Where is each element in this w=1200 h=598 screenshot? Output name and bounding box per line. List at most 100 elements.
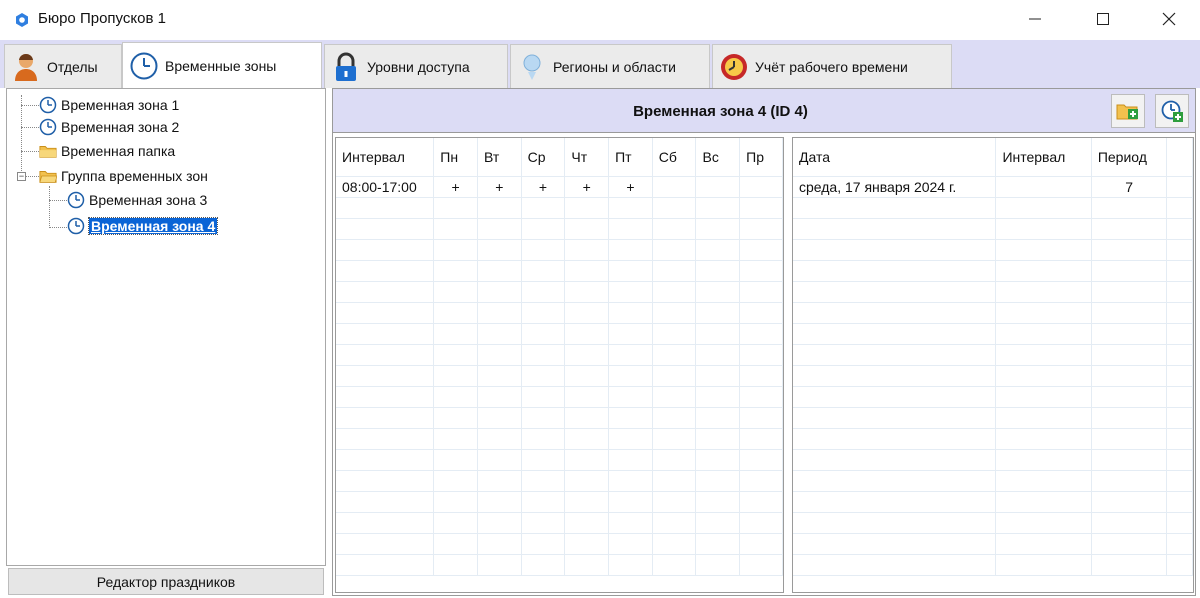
table-cell[interactable]: [1166, 344, 1193, 366]
table-cell[interactable]: [652, 197, 697, 219]
table-row[interactable]: [336, 428, 783, 450]
table-cell[interactable]: [695, 218, 741, 240]
table-row[interactable]: [336, 260, 783, 282]
table-cell[interactable]: [995, 197, 1092, 219]
tree-item-zone-3[interactable]: Временная зона 3: [67, 189, 207, 211]
table-cell[interactable]: [793, 239, 997, 261]
table-cell[interactable]: [521, 512, 566, 534]
table-cell[interactable]: [1166, 407, 1193, 429]
table-cell[interactable]: [793, 260, 997, 282]
table-cell[interactable]: [433, 260, 478, 282]
dates-column-header[interactable]: Период: [1091, 138, 1168, 177]
table-cell[interactable]: [521, 428, 566, 450]
table-cell[interactable]: [652, 176, 697, 198]
table-cell[interactable]: [564, 386, 610, 408]
table-cell[interactable]: +: [521, 176, 566, 198]
table-cell[interactable]: [477, 428, 522, 450]
table-cell[interactable]: [739, 428, 783, 450]
table-cell[interactable]: [1091, 407, 1168, 429]
table-cell[interactable]: [521, 197, 566, 219]
table-cell[interactable]: [1091, 512, 1168, 534]
table-cell[interactable]: [336, 470, 435, 492]
table-cell[interactable]: [652, 260, 697, 282]
table-cell[interactable]: [521, 449, 566, 471]
table-cell[interactable]: [608, 323, 653, 345]
table-cell[interactable]: [608, 260, 653, 282]
table-cell[interactable]: [695, 323, 741, 345]
table-cell[interactable]: [608, 218, 653, 240]
tree-item-zone-4[interactable]: Временная зона 4: [67, 215, 219, 237]
table-cell[interactable]: [652, 512, 697, 534]
table-cell[interactable]: [652, 554, 697, 576]
table-cell[interactable]: [1091, 344, 1168, 366]
table-cell[interactable]: [477, 449, 522, 471]
table-cell[interactable]: [995, 239, 1092, 261]
table-cell[interactable]: [1166, 239, 1193, 261]
table-cell[interactable]: [739, 344, 783, 366]
table-cell[interactable]: [564, 407, 610, 429]
table-cell[interactable]: [793, 323, 997, 345]
table-cell[interactable]: [739, 533, 783, 555]
table-cell[interactable]: [1091, 302, 1168, 324]
table-cell[interactable]: [477, 470, 522, 492]
table-cell[interactable]: [564, 449, 610, 471]
table-row[interactable]: [793, 239, 1193, 261]
table-cell[interactable]: [739, 470, 783, 492]
table-cell[interactable]: [608, 386, 653, 408]
tree-item-zone-group[interactable]: Группа временных зон: [39, 165, 208, 187]
table-row[interactable]: [793, 407, 1193, 429]
table-cell[interactable]: [793, 302, 997, 324]
intervals-column-header[interactable]: Пн: [433, 138, 478, 177]
table-cell[interactable]: [608, 197, 653, 219]
table-cell[interactable]: [1091, 365, 1168, 387]
table-row[interactable]: среда, 17 января 2024 г. 7: [793, 176, 1193, 198]
table-cell[interactable]: [433, 323, 478, 345]
table-cell[interactable]: [564, 239, 610, 261]
table-cell[interactable]: [1091, 239, 1168, 261]
table-cell[interactable]: [995, 365, 1092, 387]
table-cell[interactable]: [995, 176, 1092, 198]
table-row[interactable]: [793, 344, 1193, 366]
table-cell[interactable]: [739, 239, 783, 261]
table-cell[interactable]: [793, 470, 997, 492]
table-cell[interactable]: [695, 470, 741, 492]
table-cell[interactable]: [995, 512, 1092, 534]
table-row[interactable]: [336, 302, 783, 324]
table-cell[interactable]: [695, 260, 741, 282]
table-cell[interactable]: [995, 407, 1092, 429]
table-cell[interactable]: [695, 533, 741, 555]
table-row[interactable]: [336, 281, 783, 303]
table-cell[interactable]: [477, 344, 522, 366]
table-cell[interactable]: [608, 302, 653, 324]
table-cell[interactable]: [1091, 197, 1168, 219]
tab-time-zones[interactable]: Временные зоны: [122, 42, 322, 88]
intervals-grid[interactable]: Интервал Пн Вт Ср Чт Пт Сб Вс Пр 08:00-17:00 + + + +…: [335, 137, 784, 593]
table-cell[interactable]: [793, 512, 997, 534]
table-cell[interactable]: [521, 470, 566, 492]
table-cell[interactable]: [336, 197, 435, 219]
table-cell[interactable]: [1166, 302, 1193, 324]
table-cell[interactable]: [521, 218, 566, 240]
table-cell[interactable]: [477, 302, 522, 324]
table-cell[interactable]: [1166, 428, 1193, 450]
table-cell[interactable]: [608, 239, 653, 261]
table-row[interactable]: [336, 197, 783, 219]
table-cell[interactable]: [433, 386, 478, 408]
table-row[interactable]: [793, 449, 1193, 471]
table-cell[interactable]: [608, 533, 653, 555]
table-cell[interactable]: [1166, 449, 1193, 471]
table-cell[interactable]: [793, 344, 997, 366]
table-cell[interactable]: [477, 239, 522, 261]
table-cell[interactable]: [336, 260, 435, 282]
intervals-column-header[interactable]: Вт: [477, 138, 522, 177]
table-cell[interactable]: [1091, 449, 1168, 471]
table-cell[interactable]: [336, 449, 435, 471]
table-cell[interactable]: [995, 554, 1092, 576]
table-cell[interactable]: [739, 386, 783, 408]
table-cell[interactable]: [739, 197, 783, 219]
table-cell[interactable]: [1091, 281, 1168, 303]
table-cell[interactable]: [336, 512, 435, 534]
table-cell[interactable]: [433, 407, 478, 429]
maximize-button[interactable]: [1080, 0, 1126, 38]
table-cell[interactable]: [608, 428, 653, 450]
